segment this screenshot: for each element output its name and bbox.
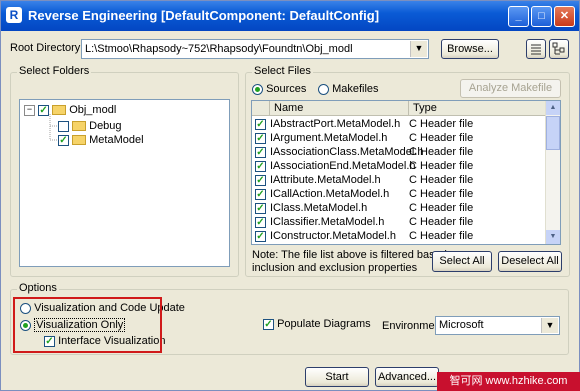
tree-label: Debug — [89, 120, 122, 132]
maximize-button[interactable]: □ — [531, 6, 552, 27]
browse-button[interactable]: Browse... — [441, 39, 499, 59]
file-name: ICallAction.MetaModel.h — [270, 188, 390, 200]
tree-item-metamodel[interactable]: ✓ MetaModel — [58, 133, 144, 147]
populate-diagrams-label: Populate Diagrams — [277, 318, 371, 330]
file-checkbox[interactable]: ✓ — [255, 203, 266, 214]
tree-item-debug[interactable]: Debug — [58, 119, 122, 133]
file-name: IConstructor.MetaModel.h — [270, 230, 396, 242]
select-files-title: Select Files — [252, 65, 313, 77]
details-view-icon[interactable] — [526, 39, 546, 59]
file-checkbox[interactable]: ✓ — [255, 175, 266, 186]
minimize-button[interactable]: _ — [508, 6, 529, 27]
tree-checkbox-metamodel[interactable]: ✓ — [58, 134, 69, 146]
filter-note-line1: Note: The file list above is filtered ba… — [252, 249, 463, 261]
select-files-group: Select Files Sources Makefiles Analyze M… — [245, 65, 570, 277]
file-type: C Header file — [409, 202, 474, 214]
chevron-down-icon[interactable]: ▼ — [410, 41, 427, 57]
file-name: IAbstractPort.MetaModel.h — [270, 118, 401, 130]
file-name: IAssociationClass.MetaModel.h — [270, 146, 424, 158]
populate-diagrams-checkbox[interactable]: ✓ — [263, 318, 274, 330]
folder-icon — [52, 105, 67, 116]
file-checkbox[interactable]: ✓ — [255, 147, 266, 158]
start-button[interactable]: Start — [305, 367, 369, 387]
file-type: C Header file — [409, 230, 474, 242]
file-checkbox[interactable]: ✓ — [255, 189, 266, 200]
file-checkbox[interactable]: ✓ — [255, 217, 266, 228]
analyze-makefile-button[interactable]: Analyze Makefile — [460, 79, 561, 98]
sources-radio[interactable] — [252, 83, 263, 95]
options-title: Options — [17, 282, 59, 294]
scroll-thumb[interactable] — [546, 116, 560, 150]
file-type: C Header file — [409, 188, 474, 200]
file-list[interactable]: Name Type ✓ IAbstractPort.MetaModel.h C He… — [251, 100, 561, 245]
tree-item-obj-modl[interactable]: − ✓ Obj_modl — [24, 103, 116, 117]
makefiles-option[interactable]: Makefiles — [318, 83, 379, 95]
folder-icon — [72, 135, 87, 146]
advanced-button[interactable]: Advanced... — [375, 367, 439, 387]
file-name: IClass.MetaModel.h — [270, 202, 368, 214]
sources-label: Sources — [266, 83, 307, 95]
file-type: C Header file — [409, 216, 474, 228]
root-directory-combo[interactable]: L:\Stmoo\Rhapsody~752\Rhapsody\Foundtn\O… — [81, 39, 429, 59]
watermark-logo: 智可网 www.hzhike.com — [437, 372, 580, 391]
file-list-scrollbar[interactable]: ▲ ▼ — [545, 101, 560, 244]
file-checkbox[interactable]: ✓ — [255, 133, 266, 144]
populate-diagrams-option[interactable]: ✓ Populate Diagrams — [263, 318, 371, 330]
file-type: C Header file — [409, 160, 474, 172]
tree-label: Obj_modl — [69, 104, 117, 116]
highlight-frame — [13, 297, 162, 353]
file-rows: ✓ IAbstractPort.MetaModel.h C Header file … — [252, 117, 548, 244]
file-checkbox[interactable]: ✓ — [255, 119, 266, 130]
chevron-down-icon[interactable]: ▼ — [541, 318, 558, 333]
select-folders-group: Select Folders − ✓ Obj_modl Debug ✓ Meta… — [10, 65, 239, 277]
collapse-icon[interactable]: − — [24, 104, 35, 116]
rhapsody-app-icon: R — [6, 7, 22, 23]
file-type: C Header file — [409, 146, 474, 158]
tree-view-icon[interactable] — [549, 39, 569, 59]
folder-tree[interactable]: − ✓ Obj_modl Debug ✓ MetaModel — [19, 99, 230, 267]
root-directory-value: L:\Stmoo\Rhapsody~752\Rhapsody\Foundtn\O… — [85, 43, 353, 55]
select-all-button[interactable]: Select All — [432, 251, 492, 272]
root-directory-label: Root Directory: — [10, 42, 84, 54]
window-title: Reverse Engineering [DefaultComponent: D… — [28, 8, 380, 23]
file-type: C Header file — [409, 174, 474, 186]
scroll-down-icon[interactable]: ▼ — [546, 230, 560, 244]
file-name: IAssociationEnd.MetaModel.h — [270, 160, 416, 172]
tree-checkbox-obj-modl[interactable]: ✓ — [38, 104, 50, 116]
file-name: IAttribute.MetaModel.h — [270, 174, 381, 186]
column-header-name[interactable]: Name — [270, 101, 409, 116]
deselect-all-button[interactable]: Deselect All — [498, 251, 562, 272]
title-bar[interactable]: R Reverse Engineering [DefaultComponent:… — [1, 1, 579, 31]
file-type: C Header file — [409, 118, 474, 130]
scroll-up-icon[interactable]: ▲ — [546, 101, 560, 115]
file-type: C Header file — [409, 132, 474, 144]
makefiles-label: Makefiles — [332, 83, 379, 95]
file-name: IArgument.MetaModel.h — [270, 132, 388, 144]
column-header-check[interactable] — [252, 101, 270, 116]
tree-checkbox-debug[interactable] — [58, 120, 69, 132]
select-folders-title: Select Folders — [17, 65, 92, 77]
sources-option[interactable]: Sources — [252, 83, 306, 95]
makefiles-radio[interactable] — [318, 83, 329, 95]
close-button[interactable]: ✕ — [554, 6, 575, 27]
file-name: IClassifier.MetaModel.h — [270, 216, 385, 228]
column-header-type[interactable]: Type — [409, 101, 548, 116]
environment-value: Microsoft — [439, 319, 484, 331]
tree-label: MetaModel — [89, 134, 144, 146]
file-checkbox[interactable]: ✓ — [255, 231, 266, 242]
reverse-engineering-dialog: R Reverse Engineering [DefaultComponent:… — [0, 0, 580, 391]
filter-note-line2: inclusion and exclusion properties — [252, 262, 418, 274]
environment-combo[interactable]: Microsoft ▼ — [435, 316, 560, 335]
folder-icon — [72, 121, 87, 132]
file-checkbox[interactable]: ✓ — [255, 161, 266, 172]
